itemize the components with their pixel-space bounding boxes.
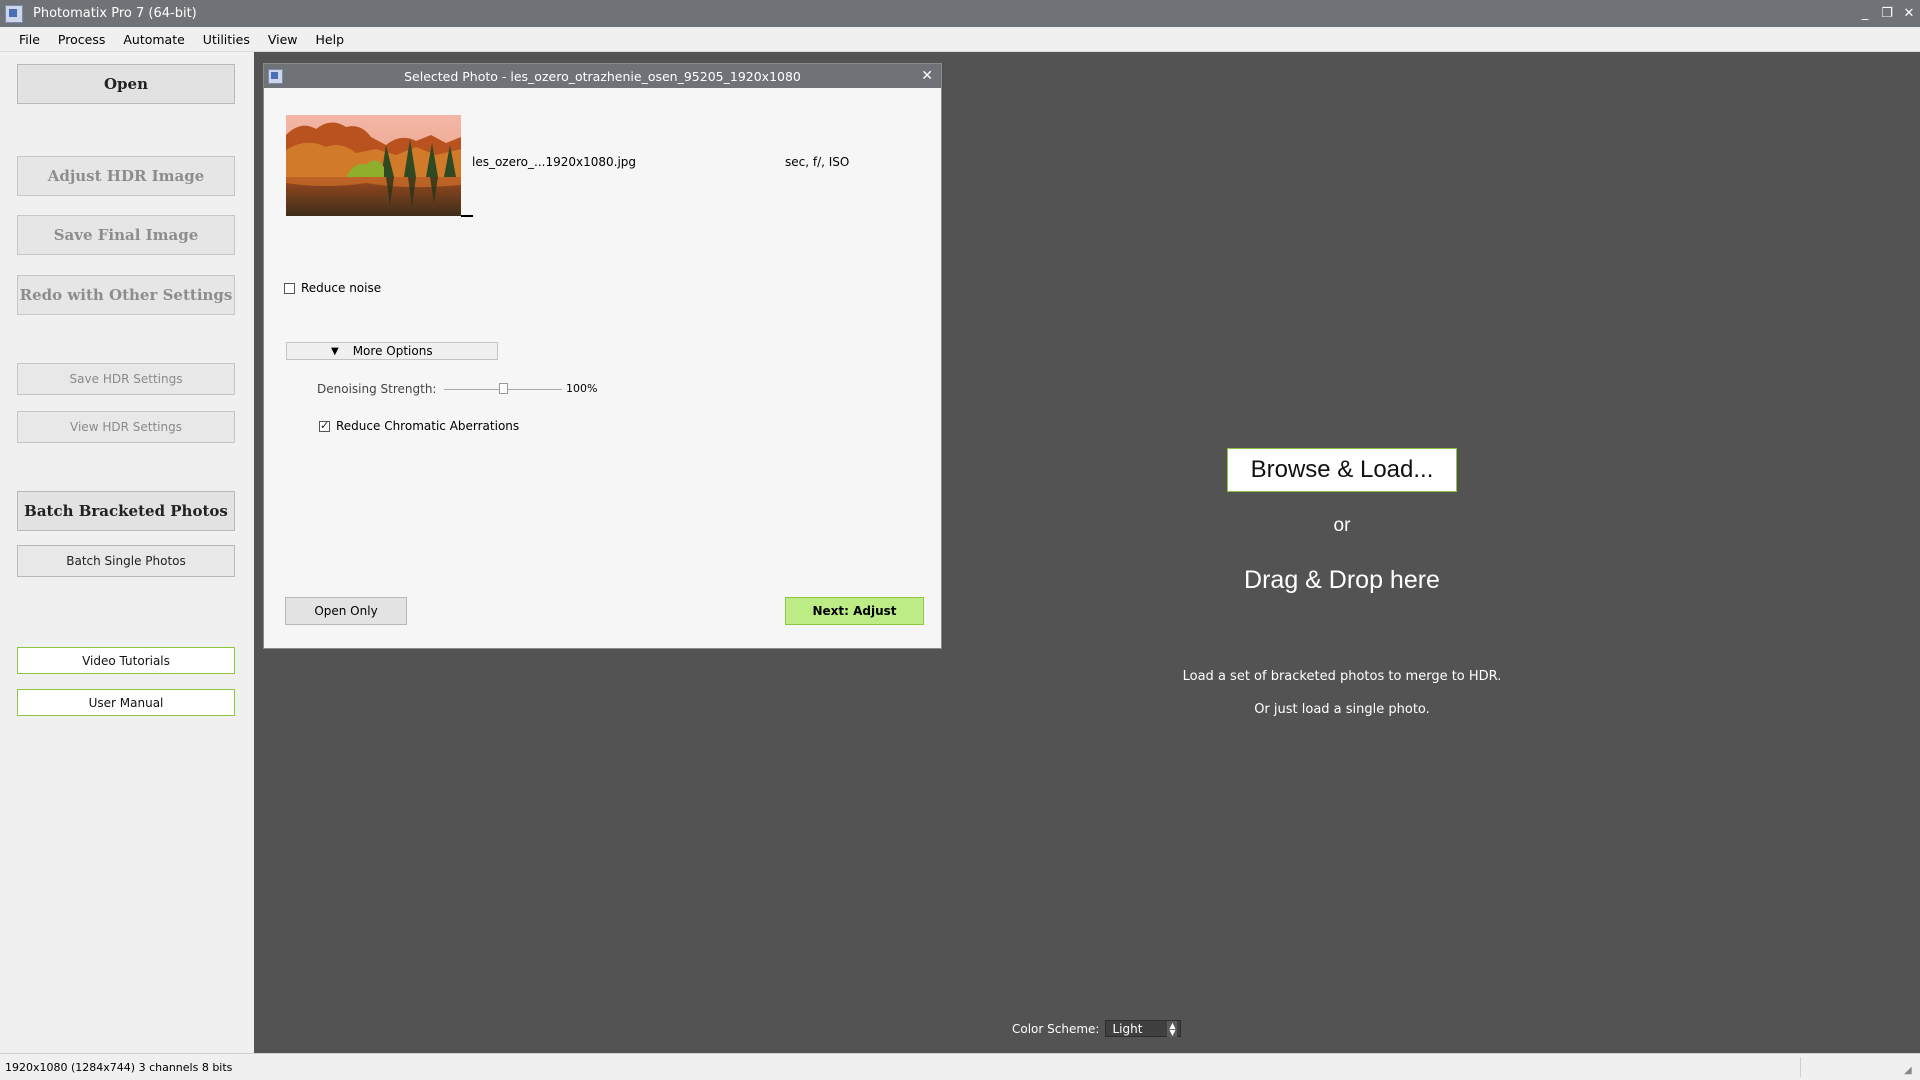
color-scheme-control: Color Scheme: Light ▲ ▼ xyxy=(1012,1020,1182,1037)
batch-bracketed-button[interactable]: Batch Bracketed Photos xyxy=(17,491,235,531)
reduce-ca-label: Reduce Chromatic Aberrations xyxy=(336,419,520,433)
title-bar: Photomatix Pro 7 (64-bit) _ ❐ ✕ xyxy=(0,0,1920,27)
menu-utilities[interactable]: Utilities xyxy=(194,32,259,47)
denoising-strength-label: Denoising Strength: xyxy=(317,382,437,396)
menu-view[interactable]: View xyxy=(259,32,307,47)
next-adjust-button[interactable]: Next: Adjust xyxy=(785,597,924,625)
video-tutorials-button[interactable]: Video Tutorials xyxy=(17,647,235,674)
reduce-noise-checkbox[interactable] xyxy=(284,282,295,294)
close-icon[interactable]: ✕ xyxy=(1898,0,1920,27)
browse-load-button[interactable]: Browse & Load... xyxy=(1227,448,1457,492)
status-text: 1920x1080 (1284x744) 3 channels 8 bits xyxy=(5,1061,233,1074)
hint-single: Or just load a single photo. xyxy=(1254,702,1430,717)
chevron-down-icon: ▼ xyxy=(331,345,339,357)
reduce-noise-option[interactable]: Reduce noise xyxy=(284,281,381,295)
save-hdr-settings-button[interactable]: Save HDR Settings xyxy=(17,363,235,395)
dialog-close-icon[interactable]: ✕ xyxy=(921,68,933,84)
status-segment xyxy=(1800,1057,1901,1077)
view-hdr-settings-button[interactable]: View HDR Settings xyxy=(17,411,235,443)
dialog-title: Selected Photo - les_ozero_otrazhenie_os… xyxy=(404,68,801,84)
window-controls: _ ❐ ✕ xyxy=(1854,0,1920,27)
denoising-slider-handle[interactable] xyxy=(498,383,508,394)
or-label: or xyxy=(1333,515,1351,536)
minimize-icon[interactable]: _ xyxy=(1854,0,1876,27)
menu-help[interactable]: Help xyxy=(307,32,354,47)
open-button[interactable]: Open xyxy=(17,64,235,104)
color-scheme-value: Light xyxy=(1112,1021,1143,1036)
more-options-toggle[interactable]: ▼ More Options xyxy=(286,342,498,360)
save-final-image-button[interactable]: Save Final Image xyxy=(17,215,235,255)
menu-file[interactable]: File xyxy=(0,32,49,47)
reduce-ca-checkbox[interactable] xyxy=(319,419,330,432)
sidebar: Open Adjust HDR Image Save Final Image R… xyxy=(0,52,254,1053)
photo-filename: les_ozero_...1920x1080.jpg xyxy=(472,155,637,169)
batch-single-button[interactable]: Batch Single Photos xyxy=(17,545,235,577)
drag-drop-label: Drag & Drop here xyxy=(1244,566,1440,594)
color-scheme-label: Color Scheme: xyxy=(1012,1021,1100,1036)
resize-grip-icon[interactable]: ◢ xyxy=(1904,1065,1916,1077)
photo-exif: sec, f/, ISO xyxy=(785,155,850,169)
reduce-ca-option[interactable]: Reduce Chromatic Aberrations xyxy=(319,419,519,433)
menu-process[interactable]: Process xyxy=(49,32,114,47)
more-options-label: More Options xyxy=(352,344,433,358)
selected-photo-dialog: Selected Photo - les_ozero_otrazhenie_os… xyxy=(263,63,942,649)
open-only-button[interactable]: Open Only xyxy=(285,597,407,625)
thumbnail-marker xyxy=(461,215,473,217)
menu-automate[interactable]: Automate xyxy=(114,32,193,47)
user-manual-button[interactable]: User Manual xyxy=(17,689,235,716)
restore-icon[interactable]: ❐ xyxy=(1876,0,1898,27)
spinner-arrows-icon: ▲ ▼ xyxy=(1167,1020,1178,1037)
dialog-title-bar: Selected Photo - les_ozero_otrazhenie_os… xyxy=(264,64,941,88)
color-scheme-select[interactable]: Light ▲ ▼ xyxy=(1105,1020,1182,1037)
app-icon xyxy=(5,4,23,23)
redo-settings-button[interactable]: Redo with Other Settings xyxy=(17,275,235,315)
menu-bar: File Process Automate Utilities View Hel… xyxy=(0,27,1920,52)
status-bar: 1920x1080 (1284x744) 3 channels 8 bits ◢ xyxy=(0,1053,1920,1080)
reduce-noise-label: Reduce noise xyxy=(301,281,382,295)
denoising-value: 100% xyxy=(566,382,598,395)
photo-thumbnail xyxy=(286,115,461,216)
window-title: Photomatix Pro 7 (64-bit) xyxy=(33,6,197,21)
hint-bracketed: Load a set of bracketed photos to merge … xyxy=(1182,669,1502,684)
adjust-hdr-button[interactable]: Adjust HDR Image xyxy=(17,156,235,196)
